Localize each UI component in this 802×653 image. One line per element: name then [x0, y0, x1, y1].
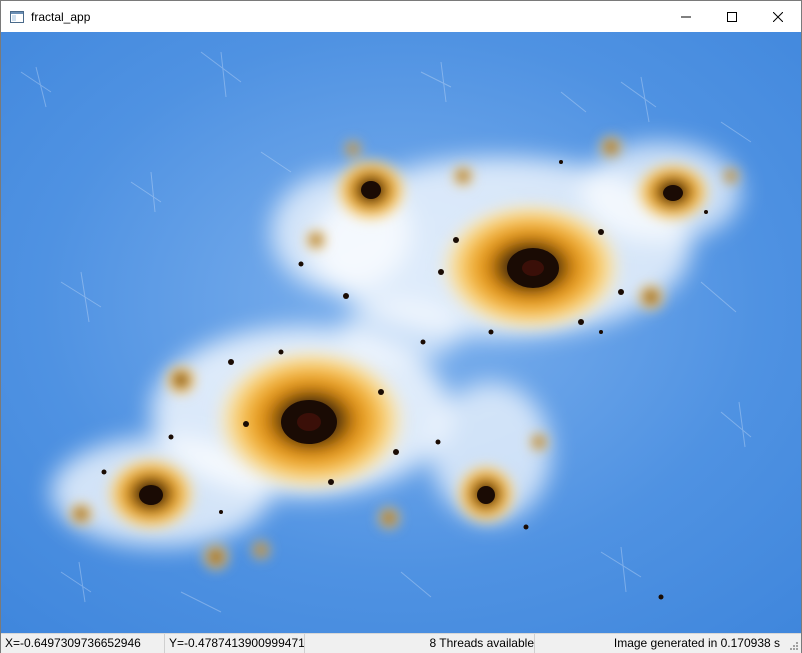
maximize-icon — [727, 11, 737, 22]
minimize-button[interactable] — [663, 1, 709, 32]
window-controls — [663, 1, 801, 32]
fractal-canvas[interactable] — [1, 32, 801, 633]
close-icon — [773, 11, 783, 22]
x-coordinate-readout: X=-0.6497309736652946 — [1, 634, 165, 653]
minimize-icon — [681, 16, 691, 17]
maximize-button[interactable] — [709, 1, 755, 32]
status-bar: X=-0.6497309736652946 Y=-0.4787413900999… — [1, 633, 801, 653]
y-coordinate-readout: Y=-0.4787413900999471 — [165, 634, 305, 653]
title-bar[interactable]: fractal_app — [1, 1, 801, 32]
close-button[interactable] — [755, 1, 801, 32]
render-time-label: Image generated in 0.170938 s — [613, 636, 780, 650]
resize-grip-icon[interactable] — [788, 640, 799, 651]
threads-available-label: 8 Threads available — [305, 634, 535, 653]
app-window: fractal_app X=-0.6497309736652946 Y=-0.4… — [0, 0, 802, 653]
fractal-image — [1, 32, 801, 633]
window-title: fractal_app — [31, 9, 91, 24]
app-icon — [10, 10, 24, 23]
